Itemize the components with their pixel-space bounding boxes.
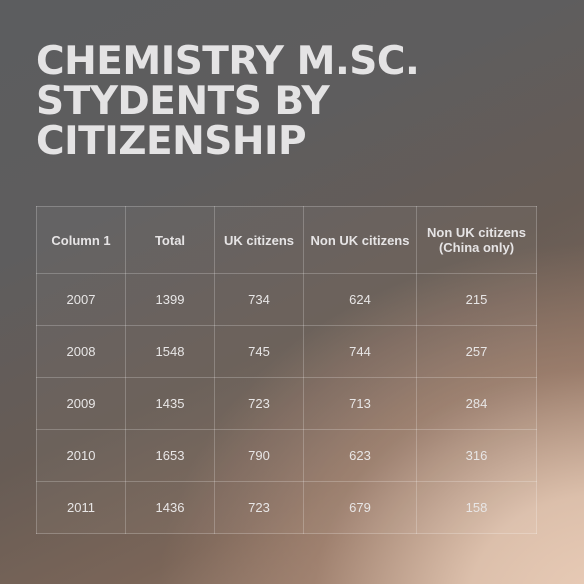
table-cell: 1399 xyxy=(125,273,215,326)
table-cell: 257 xyxy=(416,325,537,378)
table-cell: 158 xyxy=(416,481,537,534)
table-cell: 723 xyxy=(214,481,304,534)
table-cell: 745 xyxy=(214,325,304,378)
table-cell: 1436 xyxy=(125,481,215,534)
table-row: 2009 1435 723 713 284 xyxy=(36,377,537,430)
table-header-row: Column 1 Total UK citizens Non UK citize… xyxy=(36,206,537,274)
table-cell: 2008 xyxy=(36,325,126,378)
column-header: Column 1 xyxy=(36,206,126,274)
table-row: 2008 1548 745 744 257 xyxy=(36,325,537,378)
table-cell: 215 xyxy=(416,273,537,326)
table-cell: 2007 xyxy=(36,273,126,326)
table-cell: 284 xyxy=(416,377,537,430)
table-cell: 723 xyxy=(214,377,304,430)
table-row: 2011 1436 723 679 158 xyxy=(36,481,537,534)
table-cell: 2010 xyxy=(36,429,126,482)
data-table: Column 1 Total UK citizens Non UK citize… xyxy=(36,206,537,534)
table-cell: 790 xyxy=(214,429,304,482)
table-cell: 316 xyxy=(416,429,537,482)
column-header: Total xyxy=(125,206,215,274)
chart-title: CHEMISTRY M.SC. STYDENTS BY CITIZENSHIP xyxy=(36,39,420,164)
table-cell: 1653 xyxy=(125,429,215,482)
table-cell: 1548 xyxy=(125,325,215,378)
column-header: UK citizens xyxy=(214,206,304,274)
table-cell: 2011 xyxy=(36,481,126,534)
table-cell: 1435 xyxy=(125,377,215,430)
table-row: 2007 1399 734 624 215 xyxy=(36,273,537,326)
table-cell: 713 xyxy=(303,377,417,430)
table-cell: 624 xyxy=(303,273,417,326)
table-cell: 679 xyxy=(303,481,417,534)
table-cell: 2009 xyxy=(36,377,126,430)
data-table-container: Column 1 Total UK citizens Non UK citize… xyxy=(36,206,537,534)
table-cell: 734 xyxy=(214,273,304,326)
column-header: Non UK citizens xyxy=(303,206,417,274)
column-header: Non UK citizens (China only) xyxy=(416,206,537,274)
table-cell: 623 xyxy=(303,429,417,482)
table-cell: 744 xyxy=(303,325,417,378)
table-row: 2010 1653 790 623 316 xyxy=(36,429,537,482)
